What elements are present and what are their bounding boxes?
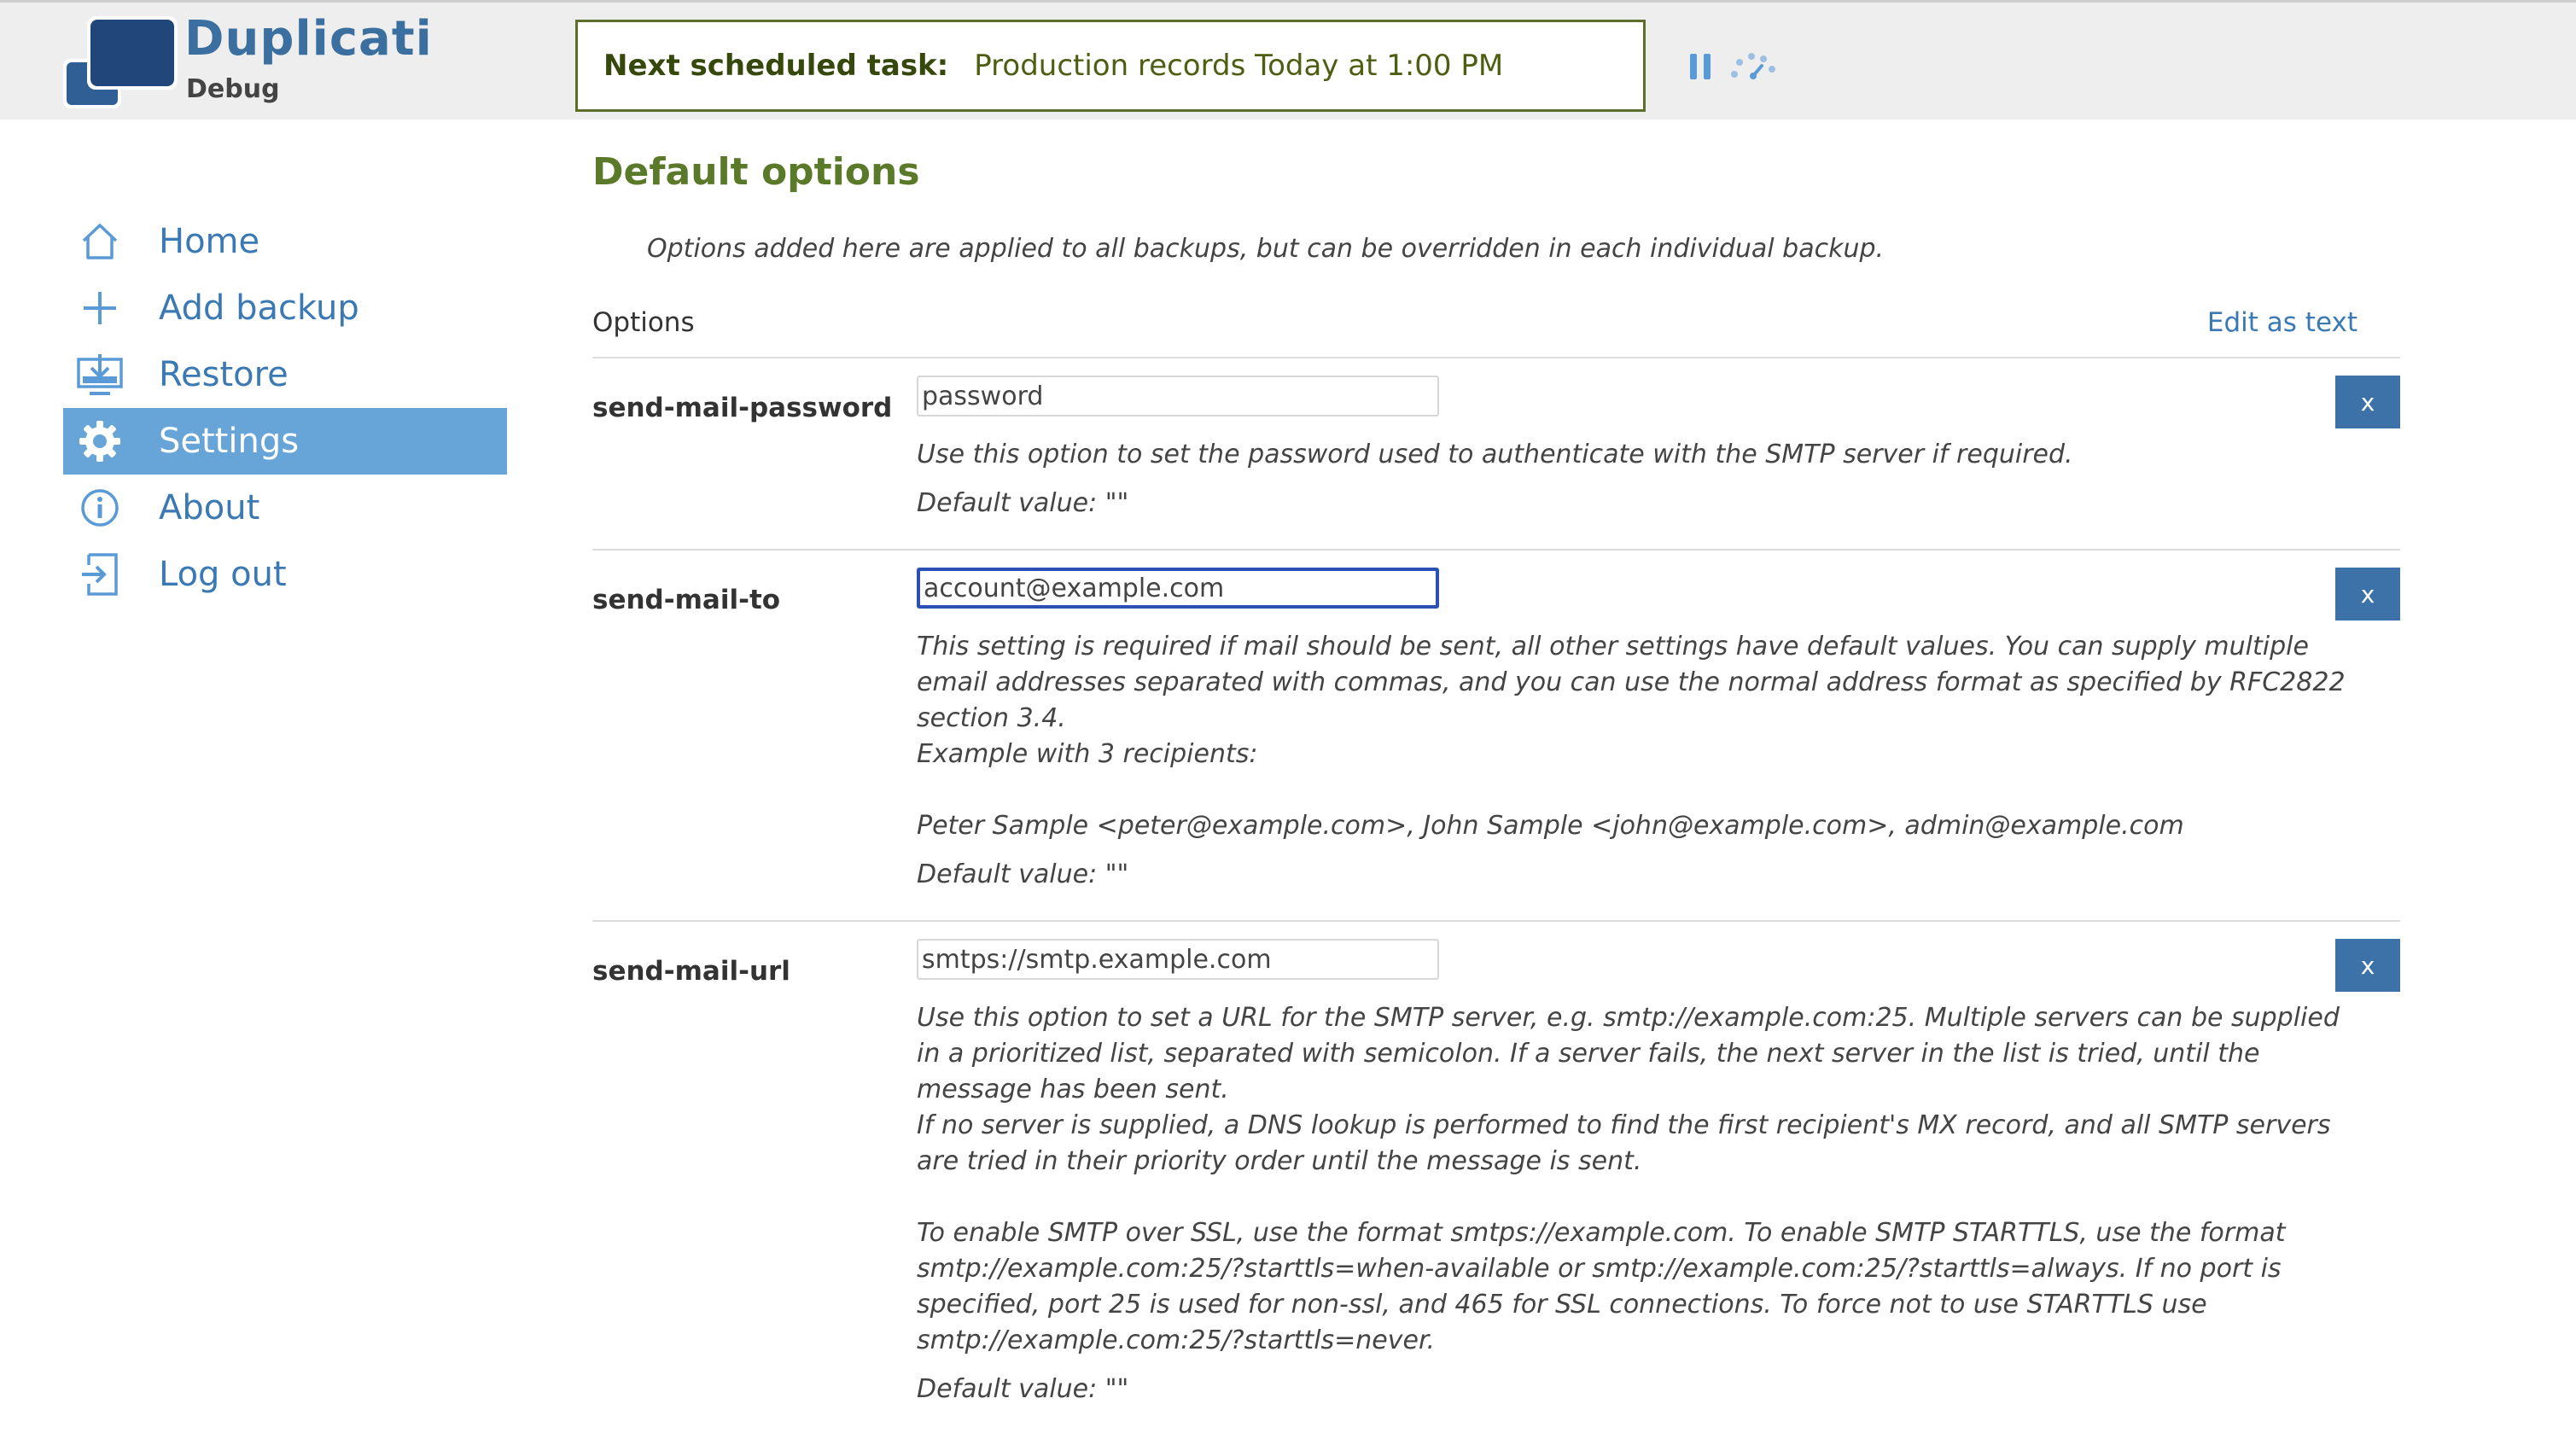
remove-option-button[interactable]: x <box>2335 939 2400 992</box>
next-task-banner: Next scheduled task: Production records … <box>575 20 1646 112</box>
remove-option-button[interactable]: x <box>2335 568 2400 620</box>
sidebar-item-about[interactable]: About <box>63 475 507 541</box>
send-mail-password-input[interactable] <box>917 376 1439 417</box>
home-icon <box>75 217 125 266</box>
option-name: send-mail-url <box>592 956 790 987</box>
send-mail-url-input[interactable] <box>917 939 1439 980</box>
brand-title: Duplicati <box>184 11 433 67</box>
option-description: Use this option to set a URL for the SMT… <box>917 1003 2340 1355</box>
sidebar-item-label: Add backup <box>159 288 359 328</box>
option-name: send-mail-to <box>592 585 781 615</box>
sidebar-item-label: Home <box>159 222 260 261</box>
pause-icon[interactable] <box>1688 52 1714 81</box>
main-content: Default options Options added here are a… <box>592 142 2400 1435</box>
option-row-send-mail-url: send-mail-url Use this option to set a U… <box>592 922 2400 1435</box>
brand-subtitle: Debug <box>186 74 280 104</box>
next-task-label: Next scheduled task: <box>603 49 949 83</box>
edit-as-text-link[interactable]: Edit as text <box>2207 307 2357 338</box>
sidebar-item-settings[interactable]: Settings <box>63 408 507 475</box>
option-name: send-mail-password <box>592 393 893 423</box>
sidebar-item-restore[interactable]: Restore <box>63 341 507 408</box>
sidebar-nav: Home Add backup Restore Settings About L… <box>63 208 507 608</box>
page-title: Default options <box>592 150 920 194</box>
intro-text: Options added here are applied to all ba… <box>647 234 1885 264</box>
plus-icon <box>75 283 125 333</box>
send-mail-to-input[interactable] <box>917 568 1439 609</box>
options-label: Options <box>592 307 695 338</box>
option-description: This setting is required if mail should … <box>917 632 2346 841</box>
info-icon <box>75 483 125 533</box>
option-default-value: Default value: "" <box>917 1374 1129 1404</box>
sidebar-item-label: Log out <box>159 555 287 594</box>
option-default-value: Default value: "" <box>917 859 1129 889</box>
sidebar-item-home[interactable]: Home <box>63 208 507 275</box>
throttle-icon[interactable] <box>1729 50 1777 81</box>
restore-icon <box>75 350 125 399</box>
sidebar-item-label: Settings <box>159 422 300 461</box>
gear-icon <box>75 417 125 466</box>
next-task-value: Production records Today at 1:00 PM <box>974 49 1504 83</box>
options-header: Options Edit as text <box>592 307 2400 358</box>
duplicati-logo <box>63 16 178 108</box>
option-description: Use this option to set the password used… <box>917 440 2073 469</box>
sidebar-item-add-backup[interactable]: Add backup <box>63 275 507 341</box>
sidebar-item-label: About <box>159 488 260 527</box>
logout-icon <box>75 550 125 599</box>
remove-option-button[interactable]: x <box>2335 376 2400 428</box>
option-default-value: Default value: "" <box>917 488 1129 518</box>
sidebar-item-logout[interactable]: Log out <box>63 541 507 608</box>
option-row-send-mail-password: send-mail-password Use this option to se… <box>592 358 2400 551</box>
sidebar-item-label: Restore <box>159 355 288 394</box>
top-bar: Duplicati Debug Next scheduled task: Pro… <box>0 0 2576 119</box>
option-row-send-mail-to: send-mail-to This setting is required if… <box>592 551 2400 922</box>
